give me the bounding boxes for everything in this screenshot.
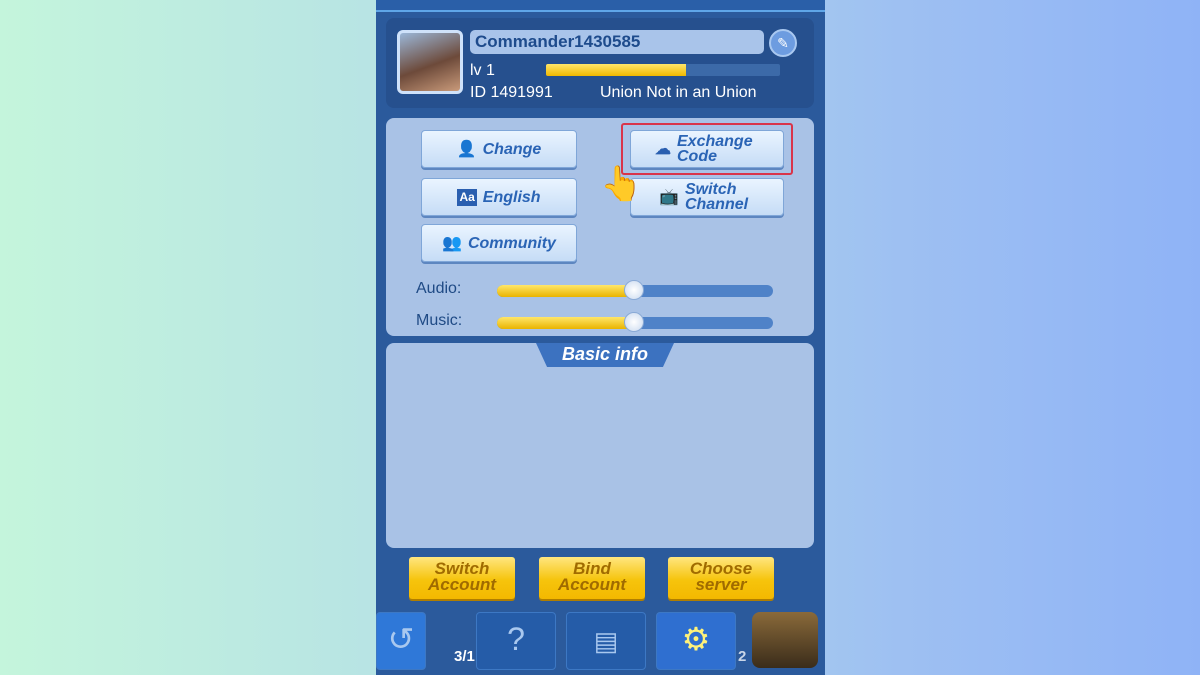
profile-panel: Commander1430585 ✎ lv 1 ID 1491991 Union… <box>386 18 814 108</box>
button-label: Change <box>482 140 542 158</box>
edit-icon[interactable]: ✎ <box>769 29 797 57</box>
basic-info-title: Basic info <box>536 343 674 367</box>
audio-label: Audio: <box>416 280 462 297</box>
notice-tab[interactable]: ▤ <box>566 612 646 670</box>
back-button[interactable]: ↺ <box>376 612 426 670</box>
union-status: Union Not in an Union <box>600 84 757 101</box>
gear-icon: ⚙ <box>681 621 711 657</box>
basic-info-panel: Basic info <box>386 343 814 548</box>
badge-count: 2 <box>738 648 747 665</box>
treasure-chest-icon[interactable] <box>752 612 818 668</box>
notice-board-icon: ▤ <box>593 626 619 656</box>
music-label: Music: <box>416 312 463 329</box>
back-arrow-icon: ↺ <box>387 621 415 657</box>
title-bar <box>376 0 825 12</box>
commander-name: Commander1430585 <box>470 30 764 54</box>
help-tab[interactable]: ? <box>476 612 556 670</box>
highlight-box <box>621 123 793 175</box>
button-label: Community <box>467 234 556 252</box>
switch-channel-button[interactable]: 📺 Switch Channel <box>630 178 784 216</box>
group-icon: 👥 <box>442 234 462 252</box>
button-label: English <box>482 188 541 206</box>
game-screen: Commander1430585 ✎ lv 1 ID 1491991 Union… <box>376 0 825 675</box>
switch-account-button[interactable]: Switch Account <box>409 557 515 599</box>
music-slider-handle[interactable] <box>624 312 644 332</box>
change-button[interactable]: 👤 Change <box>421 130 577 168</box>
player-id: ID 1491991 <box>470 84 553 101</box>
level: lv 1 <box>470 62 495 79</box>
settings-panel: 👤 Change ☁ Exchange Code Aa English 📺 Switch… <box>386 118 814 336</box>
question-icon: ? <box>507 621 525 657</box>
user-icon: 👤 <box>456 140 477 158</box>
tv-icon: 📺 <box>659 188 679 206</box>
settings-tab[interactable]: ⚙ <box>656 612 736 670</box>
level-progress-bar <box>546 64 780 76</box>
pointing-hand-icon: 👆 <box>600 165 643 203</box>
avatar[interactable] <box>397 30 463 94</box>
badge-count: 3/1 <box>454 648 475 665</box>
audio-slider-handle[interactable] <box>624 280 644 300</box>
language-icon: Aa <box>457 188 477 206</box>
choose-server-button[interactable]: Choose server <box>668 557 774 599</box>
language-button[interactable]: Aa English <box>421 178 577 216</box>
community-button[interactable]: 👥 Community <box>421 224 577 262</box>
button-label: Switch Channel <box>684 181 749 213</box>
bind-account-button[interactable]: Bind Account <box>539 557 645 599</box>
